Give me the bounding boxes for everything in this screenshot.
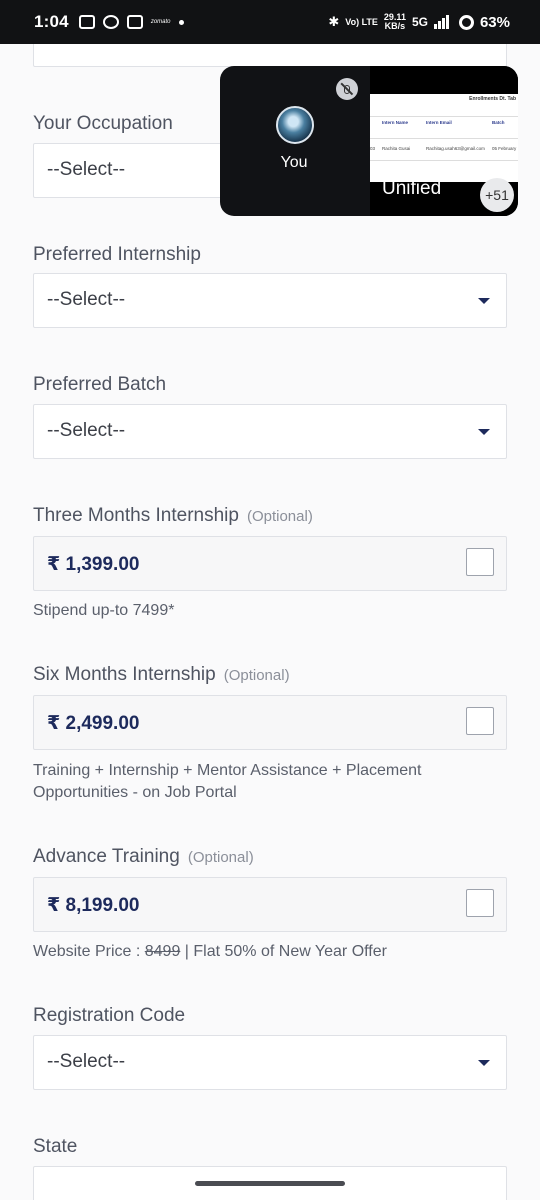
battery-icon [458,14,474,30]
six-months-label: Six Months Internship (Optional) [33,664,290,686]
registration-select[interactable]: --Select-- [33,1035,507,1090]
discord-icon [126,15,143,29]
signal-icon [433,15,449,29]
shared-title: Enrollments Dt. Tab [469,96,516,102]
advance-training-checkbox[interactable] [466,889,494,917]
three-months-note: Stipend up-to 7499* [33,602,175,619]
network-speed-unit: KB/s [384,21,406,31]
mic-off-icon [336,78,358,100]
home-indicator[interactable] [195,1181,345,1186]
shared-table-header: Intern Name Intern Email Batch [382,120,505,125]
three-months-checkbox[interactable] [466,548,494,576]
advance-training-price: ₹ 8,199.00 [47,895,140,916]
advance-training-title: Advance Training [33,846,180,867]
registration-select-value: --Select-- [47,1051,126,1072]
optional-tag: (Optional) [246,508,313,525]
shared-screen: Enrollments Dt. Tab Intern Name Intern E… [370,94,518,182]
six-months-title: Six Months Internship [33,664,216,685]
internship-select[interactable]: --Select-- [33,273,507,328]
internship-select-value: --Select-- [47,289,126,310]
six-months-price: ₹ 2,499.00 [47,713,140,734]
six-months-checkbox[interactable] [466,707,494,735]
occupation-label: Your Occupation [33,113,173,134]
website-price-strike: 8499 [144,943,181,960]
status-time: 1:04 [34,12,69,31]
optional-tag: (Optional) [223,667,290,684]
network-type: 5G [411,15,428,29]
bluetooth-icon: ✱ [328,14,340,29]
self-label: You [280,154,308,171]
screen-share-tile: Enrollments Dt. Tab Intern Name Intern E… [370,66,518,216]
advance-training-option[interactable]: ₹ 8,199.00 [33,877,507,932]
state-label: State [33,1136,78,1157]
shared-caption: Unified [382,178,442,199]
volte-icon: Vo) LTE [345,16,378,27]
six-months-option[interactable]: ₹ 2,499.00 [33,695,507,750]
offer-text: | Flat 50% of New Year Offer [180,943,387,960]
shared-table-row: 03 Rachita Gusai Rachitag.usah63@gmail.c… [370,146,517,151]
advance-training-label: Advance Training (Optional) [33,846,254,868]
internship-label: Preferred Internship [33,244,201,265]
system-icons: ✱ Vo) LTE 29.11 KB/s 5G 63% [328,13,510,31]
meeting-pip[interactable]: You Enrollments Dt. Tab Intern Name Inte… [220,66,518,216]
self-video-tile: You [220,66,368,216]
video-icon [78,15,95,29]
website-price-prefix: Website Price : [33,943,145,960]
chevron-down-icon [478,429,490,435]
zomato-icon: zomato [150,19,171,25]
notification-icons: zomato [78,15,184,29]
chevron-down-icon [478,1060,490,1066]
occupation-select-value: --Select-- [47,159,126,180]
battery-percent: 63% [479,13,510,31]
advance-training-note: Website Price : 8499 | Flat 50% of New Y… [33,941,503,963]
chat-icon [102,15,119,29]
registration-label: Registration Code [33,1005,186,1026]
three-months-title: Three Months Internship [33,505,239,526]
three-months-label: Three Months Internship (Optional) [33,505,313,527]
status-bar: 1:04 zomato ✱ Vo) LTE 29.11 KB/s 5G 63% [0,0,540,44]
chevron-down-icon [478,298,490,304]
batch-label: Preferred Batch [33,374,167,395]
network-speed: 29.11 KB/s [384,13,406,31]
batch-select[interactable]: --Select-- [33,404,507,459]
participants-count[interactable]: +51 [480,178,514,212]
three-months-price: ₹ 1,399.00 [47,554,140,575]
batch-select-value: --Select-- [47,420,126,441]
optional-tag: (Optional) [187,849,254,866]
six-months-note: Training + Internship + Mentor Assistanc… [33,762,422,801]
three-months-option[interactable]: ₹ 1,399.00 [33,536,507,591]
more-notifications-icon [178,19,184,25]
avatar [276,106,314,144]
